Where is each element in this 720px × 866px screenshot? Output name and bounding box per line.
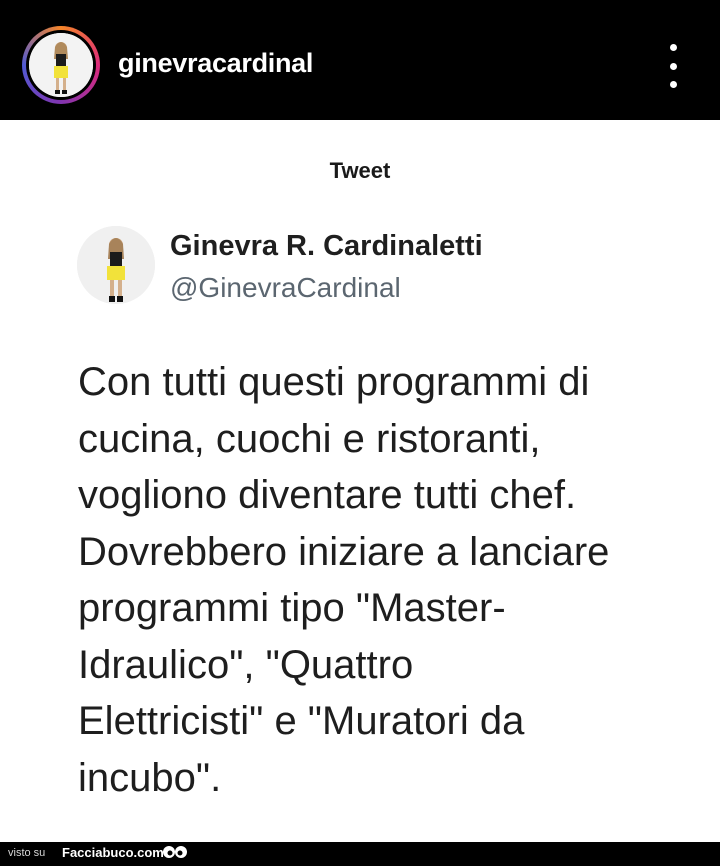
watermark-prefix: visto su [8,847,46,859]
tweet-text-line: Elettricisti" e "Muratori da [78,699,525,743]
tweet-author-name: Ginevra R. Cardinaletti [170,230,483,262]
profile-photo-icon [29,33,93,97]
more-options-button[interactable] [660,44,686,88]
username[interactable]: ginevracardinal [118,48,313,79]
tweet-text: Con tutti questi programmi di cucina, cu… [78,354,698,806]
watermark-brand[interactable]: Facciabuco.com [62,845,164,860]
tweet-text-line: Con tutti questi programmi di [78,360,590,404]
tweet-text-line: Dovrebbero iniziare a lanciare [78,529,610,574]
tweet-card: Tweet Ginevra R. Cardinaletti @GinevraCa… [0,120,720,842]
story-ring[interactable] [22,26,100,104]
vertical-ellipsis-icon [669,44,677,51]
tweet-text-line: cucina, cuochi e ristoranti, [78,416,541,461]
avatar[interactable] [29,33,93,97]
tweet-author-handle: @GinevraCardinal [170,272,401,303]
post-header: ginevracardinal [0,0,720,120]
tweet-author-avatar [77,226,155,304]
eyes-icon [163,846,187,858]
profile-photo-icon [77,226,155,304]
tweet-text-line: Idraulico", "Quattro [78,642,414,687]
tweet-header-label: Tweet [329,158,391,183]
tweet-text-line: vogliono diventare tutti chef. [78,473,577,517]
watermark-footer: visto su Facciabuco.com [0,842,720,866]
tweet-text-line: incubo". [78,755,222,800]
tweet-text-line: programmi tipo "Master- [78,586,506,630]
